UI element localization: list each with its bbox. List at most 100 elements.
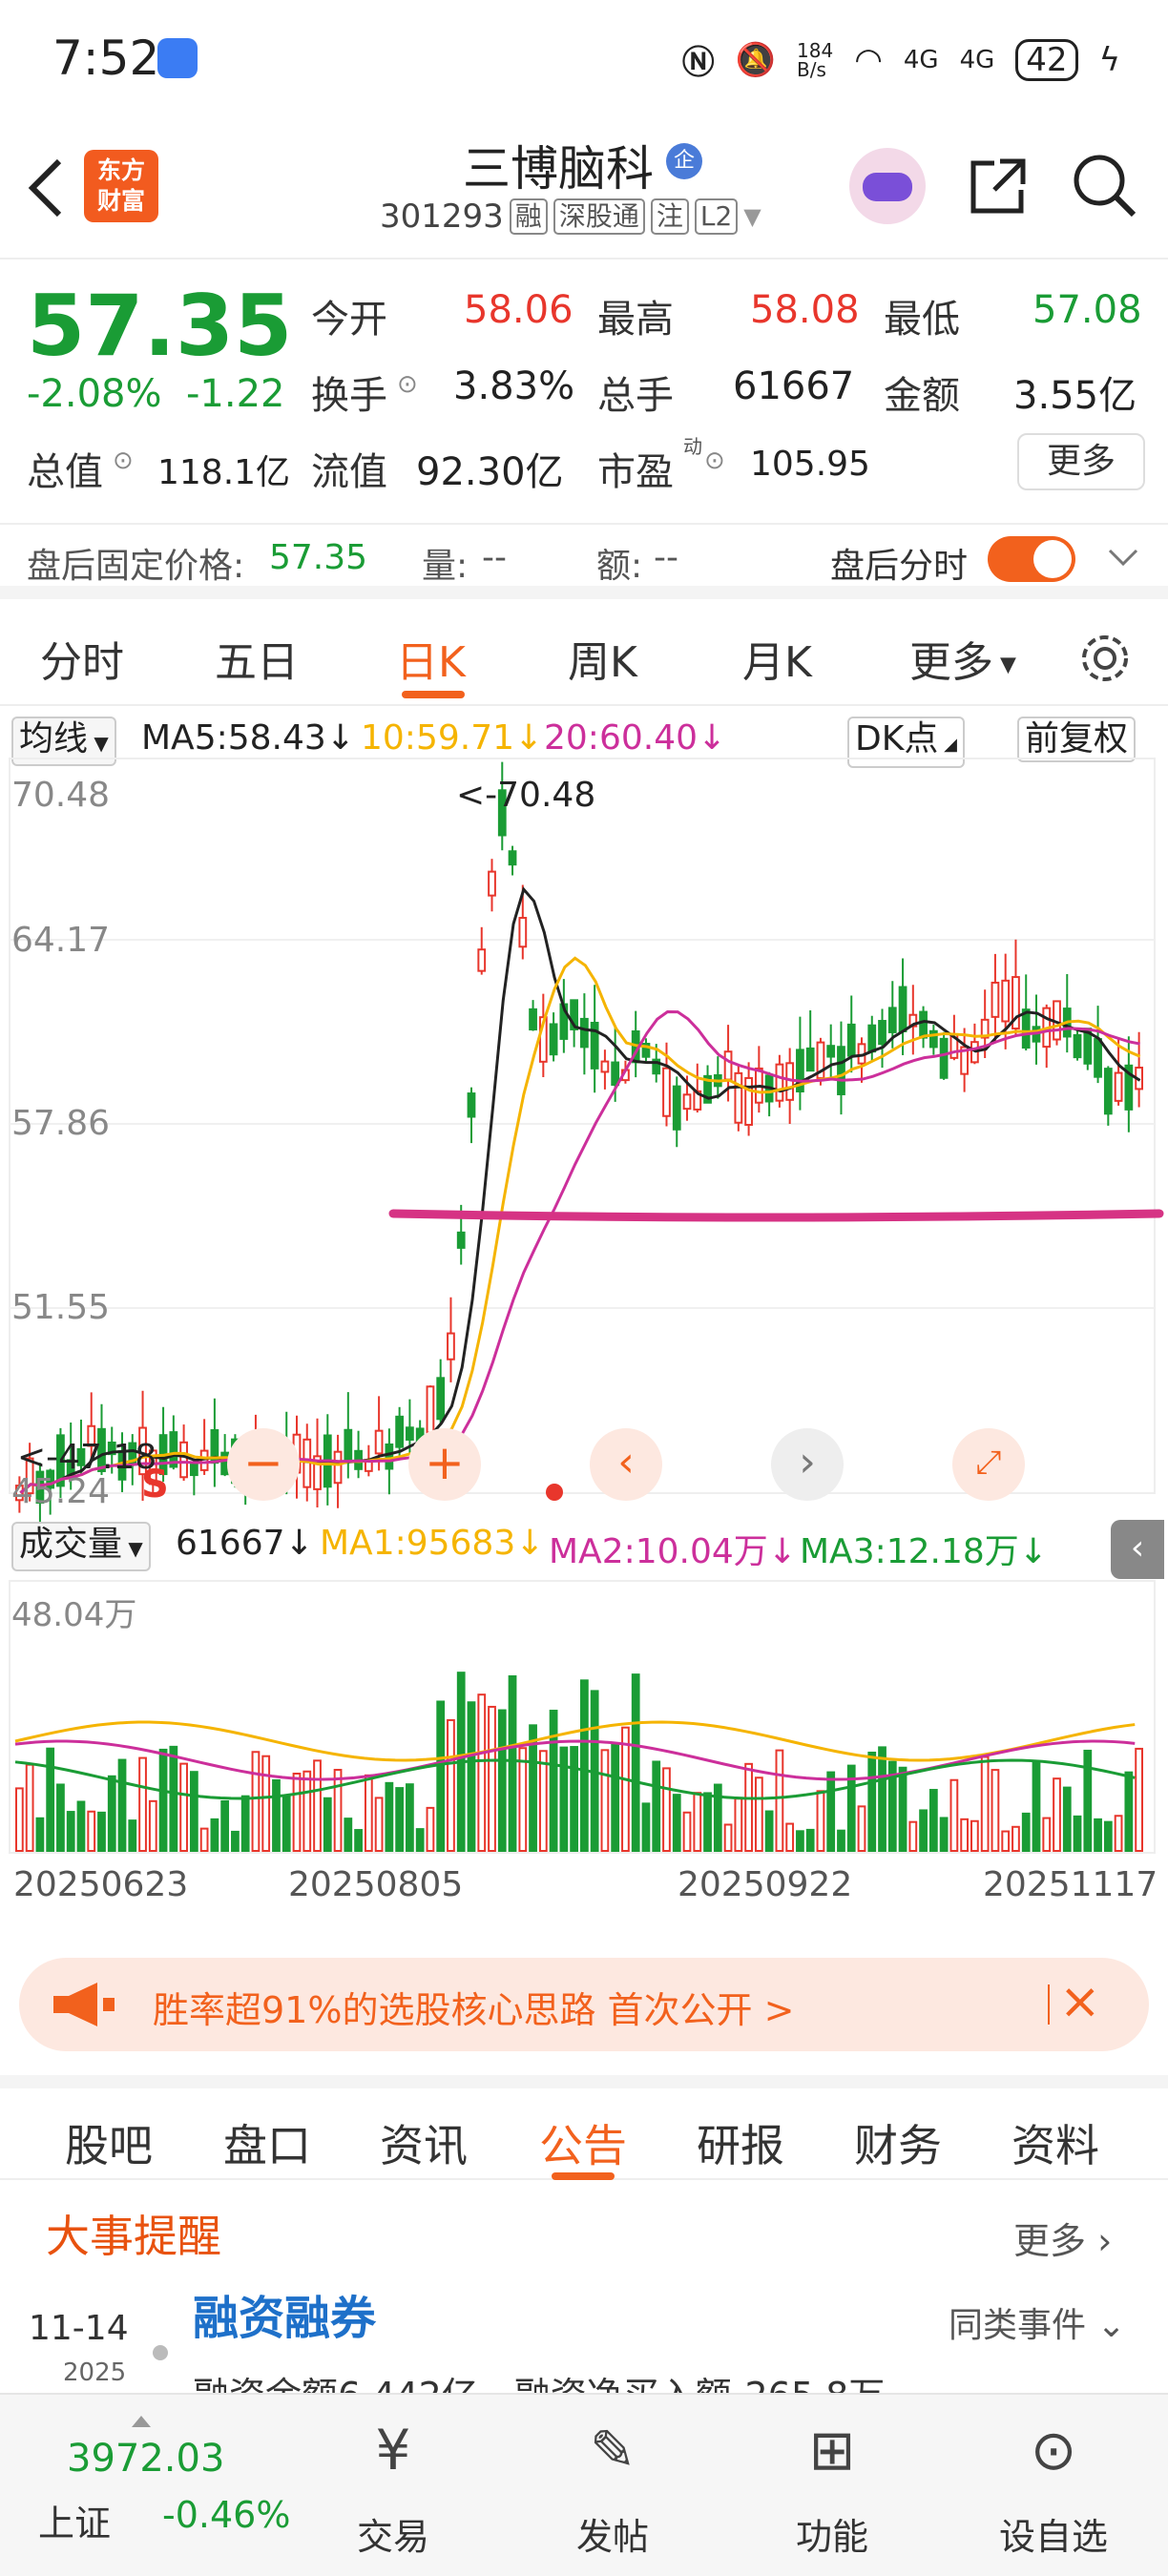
zoom-in-button[interactable]: + xyxy=(408,1428,481,1501)
status-icons: Ⓝ 🔕 184 B/s ◠ 4G 4G 42 ϟ xyxy=(682,36,1120,83)
promo-banner[interactable]: 胜率超91%的选股核心思路 首次公开 > × xyxy=(19,1958,1149,2051)
settings-gear-icon[interactable] xyxy=(1076,630,1134,687)
events-section: 大事提醒 更多 › 11-14 2025 融资融券 同类事件 ⌄ 融资余额6.4… xyxy=(0,2185,1168,2393)
after-hours-vol: -- xyxy=(482,538,507,577)
app-notification-icon xyxy=(157,38,198,78)
stock-header: 东方 财富 三博脑科 企 301293 融 深股通 注 L2 ▼ xyxy=(0,119,1168,253)
mktcap-label: 总值 xyxy=(27,450,103,494)
amount-label: 金额 xyxy=(884,374,960,418)
tab-news[interactable]: 资讯 xyxy=(380,2111,468,2174)
tag-registered: 注 xyxy=(650,198,689,235)
event-year: 2025 xyxy=(63,2358,127,2387)
mktcap-value: 118.1亿 xyxy=(157,453,291,492)
close-icon[interactable]: × xyxy=(1059,1973,1101,2030)
enterprise-badge: 企 xyxy=(666,143,702,179)
same-type-events[interactable]: 同类事件 ⌄ xyxy=(949,2297,1126,2347)
volume-selector[interactable]: 成交量 ▼ xyxy=(11,1522,151,1571)
max-price-annotation: <-70.48 xyxy=(456,776,596,815)
info-icon[interactable]: ⊙ xyxy=(113,447,134,475)
tab-more[interactable]: 更多 ▼ xyxy=(909,628,1016,689)
after-hours-vol-label: 量: xyxy=(422,547,469,586)
kline-chart[interactable] xyxy=(0,711,1168,1913)
tab-weekly-k[interactable]: 周K xyxy=(568,628,637,689)
tab-financials[interactable]: 财务 xyxy=(854,2111,942,2174)
post-icon[interactable]: ✎ xyxy=(546,2418,679,2483)
zoom-out-button[interactable]: − xyxy=(227,1428,300,1501)
tab-announcements[interactable]: 公告 xyxy=(539,2111,627,2174)
tab-daily-k[interactable]: 日K xyxy=(396,628,466,689)
after-hours-price: 57.35 xyxy=(269,538,368,577)
signal-4g-1: 4G xyxy=(903,45,939,74)
function-grid-icon[interactable]: ⊞ xyxy=(765,2418,899,2483)
tab-orderbook[interactable]: 盘口 xyxy=(223,2111,311,2174)
date-axis-2: 20250805 xyxy=(288,1865,464,1904)
nav-function[interactable]: 功能 xyxy=(765,2507,899,2560)
next-button[interactable]: › xyxy=(771,1428,844,1501)
tab-profile[interactable]: 资料 xyxy=(1012,2111,1099,2174)
assistant-robot-icon[interactable] xyxy=(849,148,926,224)
volume-value: 61667 xyxy=(733,364,855,408)
index-value[interactable]: 3972.03 xyxy=(67,2437,224,2481)
net-speed: 184 B/s xyxy=(797,38,834,81)
more-quote-button[interactable]: 更多 xyxy=(1017,433,1145,490)
volume-label: 总手 xyxy=(597,374,674,418)
search-icon[interactable] xyxy=(1071,152,1139,220)
index-change[interactable]: -0.46% xyxy=(162,2494,290,2536)
ticker-arrow-icon xyxy=(132,2416,151,2427)
sell-marker: S xyxy=(141,1463,169,1506)
dropdown-icon[interactable]: ▼ xyxy=(743,203,761,230)
after-hours-toggle-label: 盘后分时 xyxy=(830,547,969,586)
promo-text[interactable]: 胜率超91%的选股核心思路 首次公开 > xyxy=(153,1981,794,2033)
event-date: 11-14 xyxy=(29,2309,129,2348)
active-tab-indicator xyxy=(402,691,465,698)
fullscreen-icon[interactable]: ⤢ xyxy=(952,1428,1025,1501)
price-axis-3: 57.86 xyxy=(11,1104,111,1143)
low-value: 57.08 xyxy=(1032,288,1142,332)
info-icon[interactable]: ⊙ xyxy=(397,370,418,399)
tab-intraday[interactable]: 分时 xyxy=(40,628,124,689)
status-bar: 7:52 Ⓝ 🔕 184 B/s ◠ 4G 4G 42 ϟ xyxy=(0,0,1168,119)
back-icon[interactable] xyxy=(27,157,65,218)
price-axis-top: 70.48 xyxy=(11,776,111,815)
banner-divider xyxy=(1048,1984,1050,2025)
chart-period-tabs: 分时 五日 日K 周K 月K 更多 ▼ xyxy=(0,611,1168,706)
amount-value: 3.55亿 xyxy=(1013,374,1137,418)
change-pct: -2.08% xyxy=(27,372,162,416)
share-icon[interactable] xyxy=(966,154,1031,218)
trade-icon[interactable]: ¥ xyxy=(326,2418,460,2483)
tab-five-day[interactable]: 五日 xyxy=(215,628,299,689)
event-title[interactable]: 融资融券 xyxy=(193,2280,376,2347)
indicator-dot xyxy=(546,1484,563,1501)
pe-label: 市盈 xyxy=(597,450,674,494)
turnover-label: 换手 xyxy=(311,374,387,418)
min-price-annotation: <-47.18 xyxy=(17,1438,157,1477)
vol-ma1: MA1:95683↓ xyxy=(320,1524,545,1563)
after-hours-label: 盘后固定价格: xyxy=(27,547,245,586)
events-more-link[interactable]: 更多 › xyxy=(1013,2212,1112,2264)
info-tabs: 股吧 盘口 资讯 公告 研报 财务 资料 xyxy=(0,2075,1168,2180)
info-icon[interactable]: ⊙ xyxy=(704,447,725,475)
prev-button[interactable]: ‹ xyxy=(590,1428,662,1501)
tag-connect: 深股通 xyxy=(553,198,645,235)
tab-monthly-k[interactable]: 月K xyxy=(742,628,812,689)
nav-add-watchlist[interactable]: 设自选 xyxy=(987,2507,1120,2560)
tab-research[interactable]: 研报 xyxy=(697,2111,784,2174)
open-value: 58.06 xyxy=(464,288,574,332)
nav-post[interactable]: 发帖 xyxy=(546,2507,679,2560)
price-axis-2: 64.17 xyxy=(11,921,111,960)
low-label: 最低 xyxy=(884,298,960,342)
tag-level2: L2 xyxy=(694,198,739,235)
price-axis-bottom: 45.24 xyxy=(11,1472,111,1511)
chevron-down-icon[interactable] xyxy=(1107,548,1139,569)
after-hours-toggle[interactable] xyxy=(988,536,1075,582)
wifi-icon: ◠ xyxy=(854,40,883,79)
nav-trade[interactable]: 交易 xyxy=(326,2507,460,2560)
more-circle-icon[interactable]: ⊙ xyxy=(987,2418,1120,2483)
tab-forum[interactable]: 股吧 xyxy=(65,2111,153,2174)
high-value: 58.08 xyxy=(750,288,860,332)
index-name[interactable]: 上证 xyxy=(38,2494,111,2546)
collapse-panel-button[interactable]: ‹ xyxy=(1111,1520,1164,1579)
timeline-dot xyxy=(153,2345,168,2360)
open-label: 今开 xyxy=(311,298,387,342)
current-price: 57.35 xyxy=(27,277,293,375)
